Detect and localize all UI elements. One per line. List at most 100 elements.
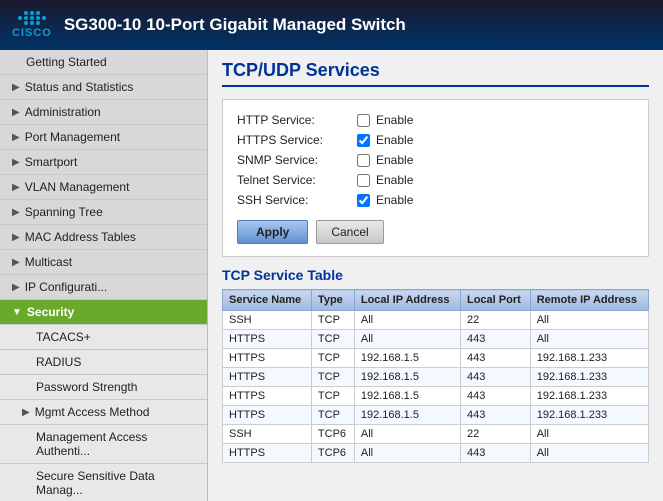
sidebar-item-label: MAC Address Tables (25, 230, 136, 244)
table-row: HTTPSTCP192.168.1.5443192.168.1.233 (223, 406, 649, 425)
table-cell-3-1: TCP (311, 368, 354, 387)
table-row: HTTPSTCP192.168.1.5443192.168.1.233 (223, 349, 649, 368)
sidebar-item-label: Secure Sensitive Data Manag... (36, 469, 199, 497)
table-cell-0-0: SSH (223, 311, 312, 330)
sidebar-arrow-icon: ▶ (12, 107, 20, 118)
table-cell-5-4: 192.168.1.233 (530, 406, 648, 425)
sidebar-item-multicast[interactable]: ▶Multicast (0, 250, 207, 275)
service-checkbox-2[interactable] (357, 154, 370, 167)
sidebar-item-label: Mgmt Access Method (35, 405, 150, 419)
table-cell-5-2: 192.168.1.5 (354, 406, 460, 425)
sidebar-item-label: Administration (25, 105, 101, 119)
sidebar-item-smartport[interactable]: ▶Smartport (0, 150, 207, 175)
table-header-0: Service Name (223, 290, 312, 311)
table-cell-5-1: TCP (311, 406, 354, 425)
service-checkbox-4[interactable] (357, 194, 370, 207)
table-cell-4-1: TCP (311, 387, 354, 406)
sidebar-item-administration[interactable]: ▶ Administration (0, 100, 207, 125)
sidebar-arrow-icon: ▶ (12, 232, 20, 243)
service-label-0: HTTP Service: (237, 113, 357, 127)
sidebar-arrow-icon: ▶ (12, 82, 20, 93)
table-row: SSHTCP6All22All (223, 425, 649, 444)
sidebar-item-label: IP Configurati... (25, 280, 108, 294)
sidebar-item-label: Multicast (25, 255, 72, 269)
service-row-2: SNMP Service:Enable (237, 150, 634, 170)
sidebar-item-vlan-management[interactable]: ▶ VLAN Management (0, 175, 207, 200)
sidebar-item-mac-address-tables[interactable]: ▶ MAC Address Tables (0, 225, 207, 250)
table-cell-5-0: HTTPS (223, 406, 312, 425)
cancel-button[interactable]: Cancel (316, 220, 383, 244)
sidebar-item-spanning-tree[interactable]: ▶ Spanning Tree (0, 200, 207, 225)
service-checkbox-1[interactable] (357, 134, 370, 147)
sidebar-item-status-and-statistics[interactable]: ▶ Status and Statistics (0, 75, 207, 100)
table-cell-1-4: All (530, 330, 648, 349)
sidebar-item-label: Status and Statistics (25, 80, 134, 94)
table-cell-7-2: All (354, 444, 460, 463)
sidebar-item-label: Spanning Tree (25, 205, 103, 219)
table-cell-3-2: 192.168.1.5 (354, 368, 460, 387)
apply-button[interactable]: Apply (237, 220, 308, 244)
table-cell-6-2: All (354, 425, 460, 444)
table-cell-4-3: 443 (460, 387, 530, 406)
table-cell-7-0: HTTPS (223, 444, 312, 463)
sidebar-item-label: Smartport (25, 155, 78, 169)
sidebar-arrow-icon: ▶ (12, 282, 20, 293)
cisco-logo: CISCO (12, 11, 52, 39)
sidebar-item-tacacs-[interactable]: TACACS+ (0, 325, 207, 350)
sidebar-item-label: Port Management (25, 130, 120, 144)
sidebar-item-ip-configurati---[interactable]: ▶ IP Configurati... (0, 275, 207, 300)
table-header-3: Local Port (460, 290, 530, 311)
service-enable-text-0: Enable (376, 113, 413, 127)
table-cell-2-2: 192.168.1.5 (354, 349, 460, 368)
table-cell-0-4: All (530, 311, 648, 330)
table-row: HTTPSTCP6All443All (223, 444, 649, 463)
service-checkbox-3[interactable] (357, 174, 370, 187)
table-cell-2-1: TCP (311, 349, 354, 368)
service-checkbox-0[interactable] (357, 114, 370, 127)
sidebar-item-label: TACACS+ (36, 330, 91, 344)
sidebar-item-label: RADIUS (36, 355, 81, 369)
table-row: HTTPSTCP192.168.1.5443192.168.1.233 (223, 368, 649, 387)
table-cell-2-4: 192.168.1.233 (530, 349, 648, 368)
cisco-text: CISCO (12, 27, 52, 39)
sidebar-item-mgmt-access-method[interactable]: ▶ Mgmt Access Method (0, 400, 207, 425)
service-label-1: HTTPS Service: (237, 133, 357, 147)
sidebar-item-security[interactable]: ▼Security (0, 300, 207, 325)
table-cell-3-3: 443 (460, 368, 530, 387)
sidebar-item-management-access-authenti---[interactable]: Management Access Authenti... (0, 425, 207, 464)
sidebar-arrow-icon: ▶ (12, 132, 20, 143)
sidebar-item-secure-sensitive-data-manag---[interactable]: Secure Sensitive Data Manag... (0, 464, 207, 501)
sidebar-arrow-icon: ▶ (12, 207, 20, 218)
table-cell-1-2: All (354, 330, 460, 349)
header-title: SG300-10 10-Port Gigabit Managed Switch (64, 15, 406, 35)
button-row: Apply Cancel (237, 220, 634, 244)
table-row: SSHTCPAll22All (223, 311, 649, 330)
table-cell-4-0: HTTPS (223, 387, 312, 406)
table-cell-3-4: 192.168.1.233 (530, 368, 648, 387)
service-table: Service NameTypeLocal IP AddressLocal Po… (222, 289, 649, 463)
table-cell-4-4: 192.168.1.233 (530, 387, 648, 406)
table-cell-0-1: TCP (311, 311, 354, 330)
service-row-3: Telnet Service:Enable (237, 170, 634, 190)
table-cell-0-2: All (354, 311, 460, 330)
service-row-0: HTTP Service: Enable (237, 110, 634, 130)
table-cell-7-1: TCP6 (311, 444, 354, 463)
service-enable-text-1: Enable (376, 133, 413, 147)
layout: Getting Started ▶ Status and Statistics ▶ Ad… (0, 50, 663, 501)
table-cell-1-1: TCP (311, 330, 354, 349)
service-label-3: Telnet Service: (237, 173, 357, 187)
sidebar-arrow-icon: ▶ (12, 182, 20, 193)
table-container: Service NameTypeLocal IP AddressLocal Po… (222, 289, 649, 463)
sidebar-item-label: Management Access Authenti... (36, 430, 199, 458)
service-label-2: SNMP Service: (237, 153, 357, 167)
sidebar-item-radius[interactable]: RADIUS (0, 350, 207, 375)
sidebar-item-password-strength[interactable]: Password Strength (0, 375, 207, 400)
sidebar-item-getting-started[interactable]: Getting Started (0, 50, 207, 75)
sidebar-arrow-icon: ▶ (22, 407, 30, 418)
table-cell-6-4: All (530, 425, 648, 444)
table-cell-4-2: 192.168.1.5 (354, 387, 460, 406)
table-cell-2-0: HTTPS (223, 349, 312, 368)
sidebar-item-port-management[interactable]: ▶ Port Management (0, 125, 207, 150)
table-cell-6-0: SSH (223, 425, 312, 444)
sidebar-item-label: VLAN Management (25, 180, 130, 194)
